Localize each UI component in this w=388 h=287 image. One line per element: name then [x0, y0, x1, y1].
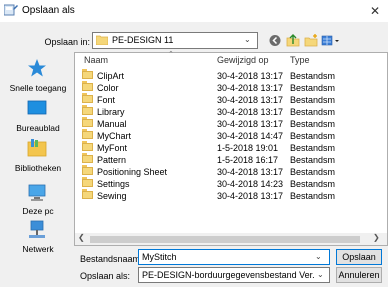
filetype-label: Opslaan als:	[80, 271, 131, 281]
folder-icon	[82, 105, 93, 115]
scroll-left-icon[interactable]: ❮	[78, 233, 85, 242]
filename-input[interactable]: MyStitch	[138, 249, 330, 265]
folder-icon	[82, 129, 93, 139]
file-type: Bestandsm	[290, 83, 336, 93]
column-header-date[interactable]: Gewijzigd op	[217, 55, 269, 65]
file-date: 30-4-2018 13:17	[217, 107, 284, 117]
folder-icon	[82, 189, 93, 199]
file-type: Bestandsm	[290, 95, 336, 105]
chevron-down-icon[interactable]: ⌄	[317, 270, 324, 279]
file-name: Library	[97, 107, 125, 117]
file-name: Manual	[97, 119, 127, 129]
file-row[interactable]: Sewing 30-4-2018 13:17 Bestandsm	[76, 189, 388, 202]
file-row[interactable]: MyChart 30-4-2018 14:47 Bestandsm	[76, 129, 388, 142]
place-libraries[interactable]: Bibliotheken	[4, 163, 72, 173]
folder-icon	[82, 141, 93, 151]
desktop-icon	[27, 100, 47, 115]
file-type: Bestandsm	[290, 179, 336, 189]
filename-label: Bestandsnaam:	[80, 254, 143, 264]
file-row[interactable]: ClipArt 30-4-2018 13:17 Bestandsm	[76, 69, 388, 82]
file-date: 30-4-2018 14:23	[217, 179, 284, 189]
computer-icon	[28, 184, 46, 201]
file-type: Bestandsm	[290, 143, 336, 153]
chevron-down-icon[interactable]: ⌄	[244, 35, 254, 44]
window-title: Opslaan als	[22, 5, 75, 16]
file-name: Color	[97, 83, 119, 93]
file-name: Sewing	[97, 191, 127, 201]
file-date: 30-4-2018 13:17	[217, 191, 284, 201]
column-header-name[interactable]: Naam	[84, 55, 108, 65]
place-desktop[interactable]: Bureaublad	[4, 123, 72, 133]
folder-icon	[82, 177, 93, 187]
network-icon	[29, 220, 45, 238]
file-name: Font	[97, 95, 116, 105]
file-date: 30-4-2018 13:17	[217, 167, 284, 177]
folder-icon	[82, 69, 93, 79]
place-quick-access[interactable]: Snelle toegang	[4, 83, 72, 93]
folder-icon	[82, 165, 93, 175]
libraries-icon	[27, 139, 47, 157]
scrollbar-thumb[interactable]	[90, 236, 360, 243]
lookin-label: Opslaan in:	[44, 37, 90, 47]
place-network[interactable]: Netwerk	[4, 244, 72, 254]
sort-up-icon: ⌃	[168, 51, 174, 58]
new-folder-icon[interactable]	[302, 32, 320, 49]
file-row[interactable]: Manual 30-4-2018 13:17 Bestandsm	[76, 117, 388, 130]
cancel-button[interactable]: Annuleren	[336, 267, 382, 283]
file-name: MyChart	[97, 131, 132, 141]
file-name: Positioning Sheet	[97, 167, 168, 177]
folder-icon	[82, 117, 93, 127]
file-date: 30-4-2018 13:17	[217, 83, 284, 93]
file-name: Pattern	[97, 155, 127, 165]
folder-icon	[82, 93, 93, 103]
file-row[interactable]: Pattern 1-5-2018 16:17 Bestandsm	[76, 153, 388, 166]
chevron-down-icon[interactable]: ⌄	[315, 252, 322, 261]
column-header-type[interactable]: Type	[290, 55, 310, 65]
file-date: 1-5-2018 16:17	[217, 155, 279, 165]
close-button[interactable]: ✕	[362, 0, 388, 22]
view-menu-icon[interactable]	[320, 32, 342, 49]
star-icon	[28, 59, 46, 77]
file-type: Bestandsm	[290, 119, 336, 129]
file-date: 1-5-2018 19:01	[217, 143, 279, 153]
file-type: Bestandsm	[290, 167, 336, 177]
file-row[interactable]: MyFont 1-5-2018 19:01 Bestandsm	[76, 141, 388, 154]
file-date: 30-4-2018 13:17	[217, 71, 284, 81]
file-row[interactable]: Positioning Sheet 30-4-2018 13:17 Bestands…	[76, 165, 388, 178]
folder-icon	[82, 81, 93, 91]
file-date: 30-4-2018 14:47	[217, 131, 284, 141]
lookin-value: PE-DESIGN 11	[112, 35, 174, 45]
file-date: 30-4-2018 13:17	[217, 119, 284, 129]
file-row[interactable]: Library 30-4-2018 13:17 Bestandsm	[76, 105, 388, 118]
save-dialog-icon	[4, 4, 18, 16]
file-type: Bestandsm	[290, 107, 336, 117]
file-row[interactable]: Font 30-4-2018 13:17 Bestandsm	[76, 93, 388, 106]
file-type: Bestandsm	[290, 131, 336, 141]
place-this-pc[interactable]: Deze pc	[4, 206, 72, 216]
save-button[interactable]: Opslaan	[336, 249, 382, 265]
file-row[interactable]: Color 30-4-2018 13:17 Bestandsm	[76, 81, 388, 94]
scroll-right-icon[interactable]: ❯	[373, 233, 380, 242]
folder-icon	[82, 153, 93, 163]
file-name: MyFont	[97, 143, 128, 153]
file-type: Bestandsm	[290, 71, 336, 81]
file-name: ClipArt	[97, 71, 125, 81]
folder-icon	[96, 35, 108, 45]
file-type: Bestandsm	[290, 155, 336, 165]
file-name: Settings	[97, 179, 130, 189]
file-type: Bestandsm	[290, 191, 336, 201]
file-date: 30-4-2018 13:17	[217, 95, 284, 105]
filetype-value: PE-DESIGN-borduurgegevensbestand Ver.1.0…	[142, 270, 314, 280]
file-row[interactable]: Settings 30-4-2018 14:23 Bestandsm	[76, 177, 388, 190]
back-icon[interactable]	[266, 32, 284, 49]
up-folder-icon[interactable]	[284, 32, 302, 49]
